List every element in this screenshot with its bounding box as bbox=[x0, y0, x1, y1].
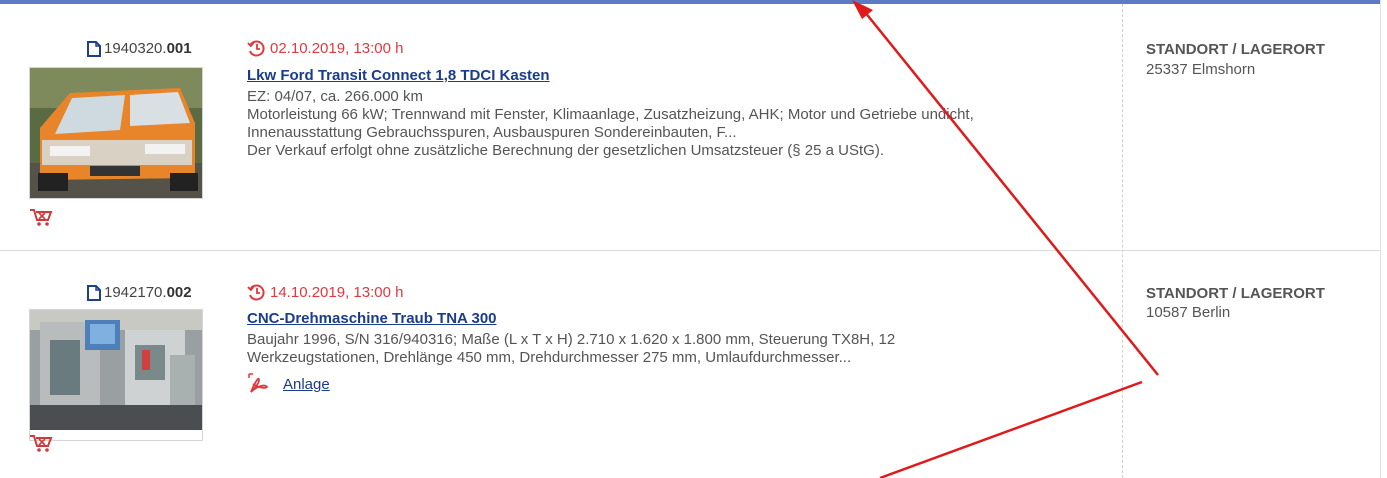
description-line: Der Verkauf erfolgt ohne zusätzliche Ber… bbox=[247, 142, 884, 159]
auction-date: 14.10.2019, 13:00 h bbox=[247, 283, 403, 301]
clock-history-icon bbox=[247, 284, 265, 301]
lot-base: 1940320. bbox=[104, 40, 167, 57]
item-thumbnail-van[interactable] bbox=[29, 67, 203, 199]
lot-number[interactable]: 1940320. 001 bbox=[87, 40, 192, 57]
cnc-lathe-photo bbox=[30, 310, 202, 430]
auction-date: 02.10.2019, 13:00 h bbox=[247, 39, 403, 57]
attachment: Anlage bbox=[247, 372, 330, 396]
column-divider bbox=[1122, 4, 1123, 478]
attachment-link[interactable]: Anlage bbox=[283, 376, 330, 393]
auction-date-text: 02.10.2019, 13:00 h bbox=[270, 39, 404, 57]
row-divider bbox=[0, 250, 1380, 251]
orange-van-photo bbox=[30, 68, 202, 198]
lot-base: 1942170. bbox=[104, 284, 167, 301]
pdf-icon bbox=[248, 373, 269, 393]
item-description: Baujahr 1996, S/N 316/940316; Maße (L x … bbox=[247, 331, 1097, 367]
item-description: EZ: 04/07, ca. 266.000 km Motorleistung … bbox=[247, 88, 1097, 160]
description-line: EZ: 04/07, ca. 266.000 km bbox=[247, 88, 423, 105]
lot-number[interactable]: 1942170. 002 bbox=[87, 284, 192, 301]
annotation-line bbox=[879, 380, 1143, 478]
clock-history-icon bbox=[247, 40, 265, 57]
location-heading: STANDORT / LAGERORT bbox=[1146, 285, 1325, 302]
description-line: Baujahr 1996, S/N 316/940316; Maße (L x … bbox=[247, 331, 896, 348]
cart-icon[interactable] bbox=[28, 433, 54, 453]
description-line: Werkzeugstationen, Drehlänge 450 mm, Dre… bbox=[247, 349, 852, 366]
cart-icon[interactable] bbox=[28, 207, 54, 227]
top-accent-bar bbox=[0, 0, 1380, 4]
item-title-link[interactable]: CNC-Drehmaschine Traub TNA 300 bbox=[247, 310, 497, 327]
item-title-link[interactable]: Lkw Ford Transit Connect 1,8 TDCI Kasten bbox=[247, 67, 550, 84]
location-value: 10587 Berlin bbox=[1146, 304, 1231, 321]
auction-date-text: 14.10.2019, 13:00 h bbox=[270, 283, 404, 301]
lot-suffix: 002 bbox=[166, 284, 192, 301]
annotation-arrow-line bbox=[859, 5, 1159, 376]
location-value: 25337 Elmshorn bbox=[1146, 61, 1256, 78]
description-line: Motorleistung 66 kW; Trennwand mit Fenst… bbox=[247, 106, 974, 123]
location-heading: STANDORT / LAGERORT bbox=[1146, 41, 1325, 58]
document-icon bbox=[87, 284, 101, 301]
item-thumbnail-cnc[interactable] bbox=[29, 309, 203, 441]
document-icon bbox=[87, 40, 101, 57]
description-line: Innenausstattung Gebrauchsspuren, Ausbau… bbox=[247, 124, 737, 141]
lot-suffix: 001 bbox=[166, 40, 192, 57]
right-border bbox=[1380, 0, 1381, 478]
